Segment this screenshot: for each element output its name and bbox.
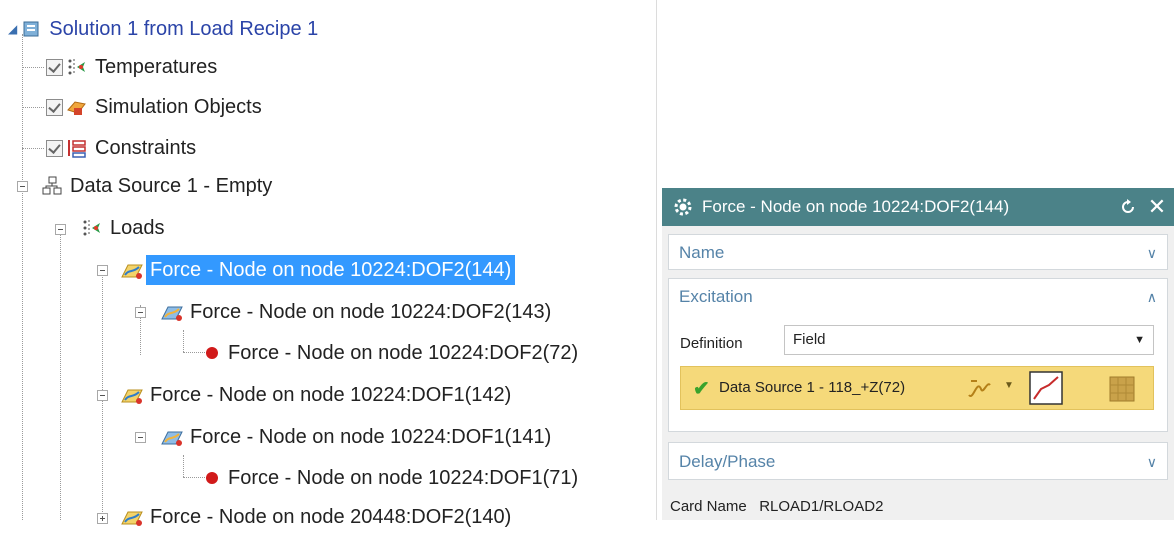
tree-item-label: Constraints (95, 137, 197, 159)
card-name: Card Name RLOAD1/RLOAD2 (670, 498, 884, 515)
section-excitation-label[interactable]: Excitation (679, 287, 753, 307)
force-icon (121, 264, 143, 279)
section-delay-phase[interactable]: Delay/Phase ∨ (668, 442, 1168, 480)
loads-icon (83, 220, 100, 236)
collapse-toggle[interactable] (135, 432, 146, 443)
chevron-up-icon[interactable]: ∧ (1147, 289, 1157, 306)
tree-root-label: Solution 1 from Load Recipe 1 (49, 18, 319, 40)
tree-item-force-144[interactable]: Force - Node on node 10224:DOF2(144) (120, 253, 516, 287)
collapse-toggle[interactable] (97, 265, 108, 276)
tree-item-label: Force - Node on node 10224:DOF2(144) (146, 255, 516, 285)
tree-item-constraints[interactable]: Constraints (46, 131, 200, 165)
tree-item-loads[interactable]: Loads (80, 211, 169, 245)
tree-guide (183, 330, 184, 352)
chevron-down-icon[interactable]: ∨ (1147, 245, 1157, 262)
definition-select[interactable]: Field ▼ (784, 325, 1154, 355)
tree-item-label: Force - Node on node 10224:DOF2(143) (190, 301, 552, 323)
tree-item-force-142[interactable]: Force - Node on node 10224:DOF1(142) (120, 378, 515, 412)
collapse-toggle[interactable] (135, 307, 146, 318)
tree-item-label: Force - Node on node 10224:DOF1(71) (228, 467, 579, 489)
tree-guide (183, 455, 184, 477)
dialog-titlebar: Force - Node on node 10224:DOF2(144) ✕ (662, 188, 1174, 226)
tree-guide (22, 67, 44, 68)
definition-value: Field (793, 331, 826, 348)
close-icon: ✕ (1147, 194, 1167, 219)
tree-item-force-72[interactable]: Force - Node on node 10224:DOF2(72) (200, 336, 582, 370)
formula-icon[interactable] (965, 375, 993, 403)
data-source-row[interactable]: ✔ Data Source 1 - 118_+Z(72) ▼ (680, 366, 1154, 410)
collapse-toggle[interactable] (97, 390, 108, 401)
dropdown-arrow-icon: ▼ (1134, 334, 1145, 346)
checkbox[interactable] (46, 139, 63, 157)
force-icon (121, 389, 143, 404)
tree-item-temperatures[interactable]: Temperatures (46, 50, 221, 84)
navigator-tree: ◢ Solution 1 from Load Recipe 1 Temperat… (0, 0, 658, 528)
close-button[interactable]: ✕ (1144, 188, 1170, 226)
table-icon[interactable] (1108, 375, 1136, 403)
force-group-icon (161, 431, 183, 446)
tree-root[interactable]: ◢ Solution 1 from Load Recipe 1 (8, 12, 322, 46)
force-icon (121, 511, 143, 526)
tree-item-label: Force - Node on node 10224:DOF1(141) (190, 426, 552, 448)
collapse-toggle[interactable] (55, 224, 66, 235)
tree-item-label: Temperatures (95, 56, 218, 78)
error-dot-icon (206, 472, 218, 484)
section-name-label: Name (679, 243, 725, 262)
plot-icon[interactable] (1029, 371, 1063, 405)
tree-item-force-141[interactable]: Force - Node on node 10224:DOF1(141) (160, 420, 555, 454)
tree-item-label: Force - Node on node 10224:DOF2(72) (228, 342, 579, 364)
tree-guide (22, 107, 44, 108)
tree-item-label: Data Source 1 - Empty (70, 175, 273, 197)
tree-item-force-71[interactable]: Force - Node on node 10224:DOF1(71) (200, 461, 582, 495)
tree-item-label: Loads (110, 217, 165, 239)
expand-toggle[interactable] (97, 513, 108, 524)
tree-item-force-140[interactable]: Force - Node on node 20448:DOF2(140) (120, 500, 515, 534)
section-delay-label: Delay/Phase (679, 452, 776, 471)
tree-guide (22, 148, 44, 149)
checkbox[interactable] (46, 98, 63, 116)
data-source-icon (42, 176, 62, 195)
chevron-down-icon[interactable]: ∨ (1147, 454, 1157, 471)
dialog-title: Force - Node on node 10224:DOF2(144) (702, 197, 1010, 216)
simulation-objects-icon (67, 101, 86, 115)
error-dot-icon (206, 347, 218, 359)
checkmark-icon: ✔ (693, 378, 710, 400)
force-dialog: Force - Node on node 10224:DOF2(144) ✕ N… (662, 188, 1174, 520)
panel-divider (656, 0, 657, 520)
constraints-icon (68, 140, 86, 158)
reset-button[interactable] (1116, 188, 1140, 226)
collapse-toggle[interactable] (17, 181, 28, 192)
gear-icon (674, 198, 692, 216)
tree-item-label: Simulation Objects (95, 96, 262, 118)
dropdown-arrow-icon[interactable]: ▼ (1004, 380, 1014, 391)
tree-item-label: Force - Node on node 20448:DOF2(140) (150, 506, 512, 528)
tree-item-simulation-objects[interactable]: Simulation Objects (46, 90, 266, 124)
collapse-arrow-icon[interactable]: ◢ (8, 22, 17, 36)
temperature-icon (68, 59, 85, 75)
force-group-icon (161, 306, 183, 321)
reset-icon (1122, 199, 1134, 213)
definition-label: Definition (680, 335, 743, 352)
tree-item-label: Force - Node on node 10224:DOF1(142) (150, 384, 512, 406)
tree-item-data-source[interactable]: Data Source 1 - Empty (40, 169, 276, 203)
tree-item-force-143[interactable]: Force - Node on node 10224:DOF2(143) (160, 295, 555, 329)
tree-guide (60, 224, 61, 520)
section-name[interactable]: Name ∨ (668, 234, 1168, 270)
checkbox[interactable] (46, 58, 63, 76)
data-source-label: Data Source 1 - 118_+Z(72) (719, 379, 906, 396)
solution-icon (23, 21, 39, 37)
